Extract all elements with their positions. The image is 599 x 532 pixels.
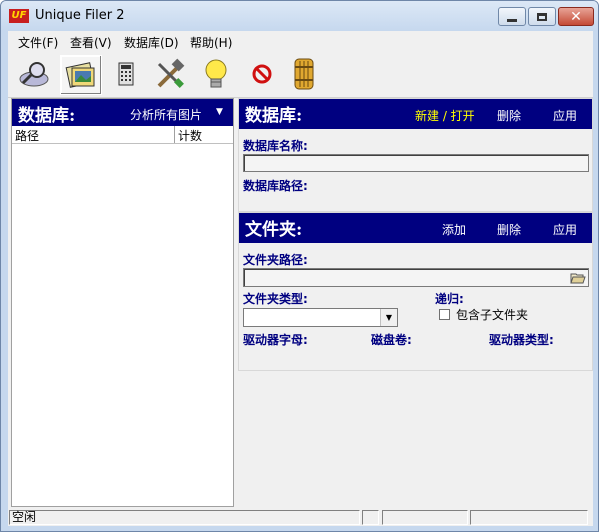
maximize-button[interactable] (528, 7, 556, 26)
folder-path-label: 文件夹路径: (243, 253, 308, 267)
menu-database[interactable]: 数据库(D) (124, 34, 179, 51)
database-name-label: 数据库名称: (243, 139, 308, 153)
database-name-field[interactable] (243, 154, 589, 172)
list-column-headers: 路径 计数 (12, 126, 233, 144)
drive-letter-label: 驱动器字母: (243, 333, 308, 347)
folder-type-label: 文件夹类型: (243, 292, 308, 306)
status-text: 空闲 (9, 510, 360, 525)
folder-path-field[interactable] (243, 268, 589, 287)
column-divider[interactable] (174, 126, 175, 143)
title-bar[interactable]: UF Unique Filer 2 ✕ (1, 1, 598, 31)
minimize-button[interactable] (498, 7, 526, 26)
chevron-down-icon[interactable]: ▼ (380, 309, 397, 326)
menu-help[interactable]: 帮助(H) (190, 34, 232, 51)
dropdown-arrow-icon[interactable]: ▼ (216, 107, 223, 117)
apply-folder-button[interactable]: 应用 (553, 221, 577, 238)
calculator-tool-button[interactable] (106, 55, 146, 93)
new-open-database-button[interactable]: 新建 / 打开 (415, 107, 475, 124)
maximize-icon (537, 12, 547, 21)
folder-section-header: 文件夹: 添加 删除 应用 (239, 213, 592, 243)
tools-icon (157, 58, 185, 88)
browse-folder-button[interactable] (569, 269, 587, 285)
stop-icon (252, 64, 272, 84)
database-path-label: 数据库路径: (243, 179, 308, 193)
search-tool-button[interactable] (14, 55, 54, 93)
include-subfolders-checkbox[interactable] (439, 309, 450, 320)
app-window: UF Unique Filer 2 ✕ 文件(F) 查看(V) 数据库(D) 帮… (0, 0, 599, 532)
image-database-icon (65, 62, 95, 88)
left-pane-header: 数据库: 分析所有图片 ▼ (12, 99, 233, 126)
calculator-icon (118, 62, 134, 86)
menu-file[interactable]: 文件(F) (18, 34, 58, 51)
database-section-title: 数据库: (245, 106, 303, 126)
status-panel-4 (470, 510, 588, 525)
minimize-icon (507, 19, 517, 22)
delete-folder-button[interactable]: 删除 (497, 221, 521, 238)
folder-section-title: 文件夹: (245, 220, 303, 240)
folder-section: 文件夹: 添加 删除 应用 文件夹路径: 文件夹类型: ▼ 递归: 包含子文件夹… (238, 212, 593, 371)
volume-label: 磁盘卷: (371, 333, 412, 347)
door-icon (294, 58, 314, 90)
include-subfolders-label[interactable]: 包含子文件夹 (456, 306, 528, 323)
status-panel-3 (382, 510, 468, 525)
column-count[interactable]: 计数 (178, 127, 202, 144)
client-area: 文件(F) 查看(V) 数据库(D) 帮助(H) 数据库: 分析所有图片 ▼ 路… (8, 31, 593, 526)
left-pane-title: 数据库: (18, 106, 76, 126)
column-path[interactable]: 路径 (15, 127, 39, 144)
database-section: 数据库: 新建 / 打开 删除 应用 数据库名称: 数据库路径: (238, 98, 593, 212)
toolbar (8, 51, 593, 98)
database-list-pane: 数据库: 分析所有图片 ▼ 路径 计数 (11, 98, 234, 507)
stop-tool-button[interactable] (242, 55, 282, 93)
close-icon: ✕ (570, 8, 582, 25)
image-database-tool-button[interactable] (60, 55, 102, 95)
lightbulb-icon (205, 59, 227, 88)
close-button[interactable]: ✕ (558, 7, 594, 26)
apply-database-button[interactable]: 应用 (553, 107, 577, 124)
folder-type-select[interactable]: ▼ (243, 308, 398, 327)
drive-type-label: 驱动器类型: (489, 333, 554, 347)
delete-database-button[interactable]: 删除 (497, 107, 521, 124)
window-title: Unique Filer 2 (35, 8, 125, 23)
open-folder-icon (570, 273, 586, 283)
recurse-label: 递归: (435, 292, 464, 306)
database-section-header: 数据库: 新建 / 打开 删除 应用 (239, 99, 592, 129)
app-logo-icon: UF (9, 9, 29, 23)
menu-bar: 文件(F) 查看(V) 数据库(D) 帮助(H) (8, 31, 593, 51)
exit-tool-button[interactable] (284, 55, 324, 93)
search-icon (19, 62, 49, 87)
tools-tool-button[interactable] (150, 55, 190, 93)
properties-pane: 数据库: 新建 / 打开 删除 应用 数据库名称: 数据库路径: 文件夹: 添加… (238, 98, 593, 371)
tips-tool-button[interactable] (196, 55, 236, 93)
status-panel-2 (362, 510, 379, 525)
add-folder-button[interactable]: 添加 (442, 221, 466, 238)
status-bar: 空闲 (8, 509, 593, 526)
analyze-all-images-button[interactable]: 分析所有图片 (130, 106, 202, 123)
menu-view[interactable]: 查看(V) (70, 34, 112, 51)
